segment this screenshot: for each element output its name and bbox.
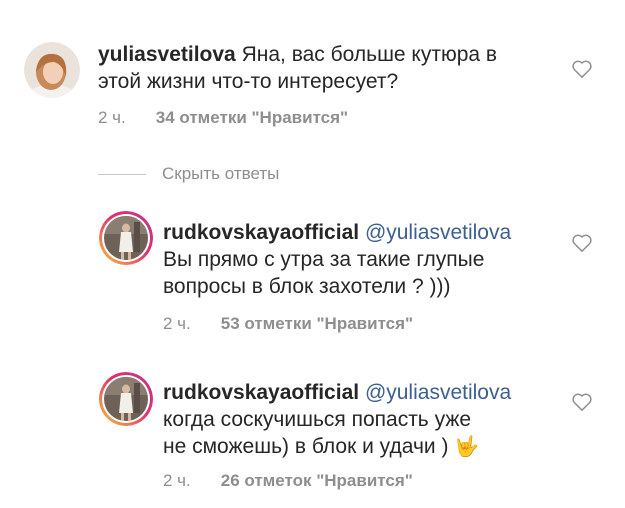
comment-text: yuliasvetilova Яна, вас больше кутюра в …: [98, 41, 568, 95]
reply-username[interactable]: rudkovskayaofficial: [163, 221, 359, 244]
comment-likes[interactable]: 34 отметки "Нравится": [156, 108, 348, 127]
reply-username[interactable]: rudkovskayaofficial: [163, 381, 359, 404]
reply-time: 2 ч.: [163, 471, 191, 490]
heart-outline-icon[interactable]: [571, 59, 593, 79]
divider: [98, 173, 146, 175]
heart-outline-icon[interactable]: [571, 233, 593, 253]
reply-mention[interactable]: @yuliasvetilova: [365, 381, 511, 404]
heart-outline-icon[interactable]: [571, 392, 593, 412]
reply-body-line2: не сможешь) в блок и удачи ): [163, 435, 449, 458]
rock-hand-emoji: 🤟: [454, 436, 480, 458]
comment-body-line2: этой жизни что-то интересует?: [98, 70, 399, 93]
reply-body-line2: вопросы в блок захотели ? ))): [163, 275, 451, 298]
reply-mention[interactable]: @yuliasvetilova: [365, 221, 511, 244]
avatar[interactable]: [24, 42, 80, 98]
reply-body-line1: когда соскучишься попасть уже: [163, 408, 472, 431]
comment-time: 2 ч.: [98, 108, 126, 127]
comment-meta: 2 ч. 34 отметки "Нравится": [98, 108, 348, 128]
reply-likes[interactable]: 53 отметки "Нравится": [221, 314, 413, 333]
reply-time: 2 ч.: [163, 314, 191, 333]
reply-meta: 2 ч. 26 отметок "Нравится": [163, 471, 413, 491]
avatar[interactable]: [99, 211, 153, 265]
reply-text: rudkovskayaofficial @yuliasvetilova когд…: [163, 379, 563, 461]
comment-body-line1: Яна, вас больше кутюра в: [235, 43, 498, 66]
reply-meta: 2 ч. 53 отметки "Нравится": [163, 314, 413, 334]
reply-body-line1: Вы прямо с утра за такие глупые: [163, 248, 485, 271]
comment-username[interactable]: yuliasvetilova: [98, 43, 236, 66]
reply-text: rudkovskayaofficial @yuliasvetilova Вы п…: [163, 219, 563, 300]
avatar[interactable]: [99, 372, 153, 426]
hide-replies-button[interactable]: Скрыть ответы: [98, 162, 279, 186]
hide-replies-label: Скрыть ответы: [162, 164, 280, 183]
reply-likes[interactable]: 26 отметок "Нравится": [221, 471, 413, 490]
